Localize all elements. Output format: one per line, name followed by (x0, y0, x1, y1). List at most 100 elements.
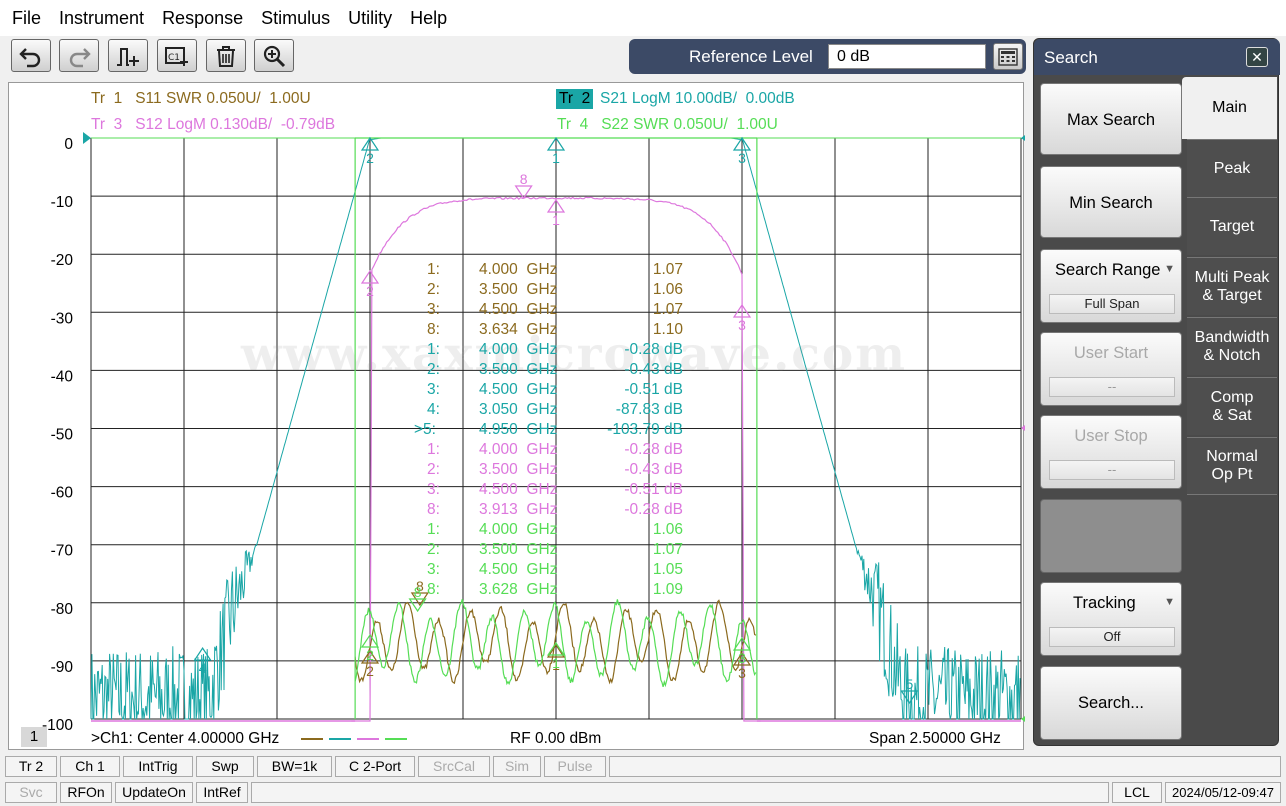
marker-row-value[interactable]: 1.10 (653, 321, 683, 339)
marker-row-value[interactable]: -0.28 dB (624, 501, 683, 519)
marker-row-frequency[interactable]: 3.500 GHz (479, 461, 557, 479)
max-search-button[interactable]: Max Search (1040, 83, 1182, 155)
reference-level-input[interactable]: 0 dB (828, 44, 986, 69)
redo-button[interactable] (59, 39, 99, 72)
menu-help[interactable]: Help (401, 0, 456, 36)
marker-row-value[interactable]: -103.79 dB (607, 421, 683, 439)
span-frequency[interactable]: Span 2.50000 GHz (869, 730, 1001, 748)
rf-power[interactable]: RF 0.00 dBm (510, 730, 601, 748)
marker-row-frequency[interactable]: 4.500 GHz (479, 381, 557, 399)
marker-row-value[interactable]: -0.43 dB (624, 461, 683, 479)
chart-area[interactable]: 21345213821382138 0 -10 -20 -30 -40 -50 -60 -70… (8, 82, 1025, 750)
marker-row-frequency[interactable]: 3.634 GHz (479, 321, 557, 339)
marker-row-value[interactable]: -0.51 dB (624, 481, 683, 499)
zoom-button[interactable] (254, 39, 294, 72)
marker-row-id[interactable]: 1: (427, 441, 440, 459)
search-dialog-button[interactable]: Search... (1040, 666, 1182, 740)
marker-row-value[interactable]: -87.83 dB (616, 401, 683, 419)
search-range-button[interactable]: Search Range ▼ Full Span (1040, 249, 1182, 323)
marker-row-id[interactable]: 4: (427, 401, 440, 419)
marker-row-frequency[interactable]: 4.950 GHz (479, 421, 557, 439)
menu-response[interactable]: Response (153, 0, 252, 36)
marker-row-frequency[interactable]: 4.000 GHz (479, 521, 557, 539)
marker-row-value[interactable]: 1.07 (653, 261, 683, 279)
status-update-on[interactable]: UpdateOn (115, 782, 193, 803)
marker-row-frequency[interactable]: 4.500 GHz (479, 481, 557, 499)
marker-row-value[interactable]: 1.07 (653, 541, 683, 559)
tab-bandwidth-notch[interactable]: Bandwidth & Notch (1187, 317, 1277, 375)
status-trigger[interactable]: IntTrig (123, 756, 193, 777)
user-stop-button[interactable]: User Stop -- (1040, 415, 1182, 489)
marker-row-value[interactable]: 1.06 (653, 521, 683, 539)
marker-row-id[interactable]: 2: (427, 541, 440, 559)
marker-row-id[interactable]: >5: (414, 421, 436, 439)
status-trace[interactable]: Tr 2 (5, 756, 57, 777)
status-int-ref[interactable]: IntRef (196, 782, 248, 803)
tab-multi-peak-target[interactable]: Multi Peak & Target (1187, 257, 1277, 315)
marker-row-value[interactable]: 1.07 (653, 301, 683, 319)
delete-button[interactable] (206, 39, 246, 72)
marker-row-frequency[interactable]: 4.000 GHz (479, 261, 557, 279)
menu-utility[interactable]: Utility (339, 0, 401, 36)
marker-row-frequency[interactable]: 3.500 GHz (479, 281, 557, 299)
trace3-label[interactable]: Tr 3 S12 LogM 0.130dB/ -0.79dB (91, 116, 335, 134)
marker-row-id[interactable]: 2: (427, 361, 440, 379)
channel-number[interactable]: 1 (21, 727, 47, 747)
marker-row-value[interactable]: -0.43 dB (624, 361, 683, 379)
marker-row-value[interactable]: 1.05 (653, 561, 683, 579)
menu-file[interactable]: File (0, 0, 50, 36)
trace2-tag[interactable]: Tr 2 (556, 89, 594, 109)
status-sim[interactable]: Sim (493, 756, 541, 777)
status-calibration[interactable]: C 2-Port (335, 756, 415, 777)
marker-row-frequency[interactable]: 3.050 GHz (479, 401, 557, 419)
status-pulse[interactable]: Pulse (544, 756, 606, 777)
min-search-button[interactable]: Min Search (1040, 166, 1182, 238)
undo-button[interactable] (11, 39, 51, 72)
marker-row-value[interactable]: 1.06 (653, 281, 683, 299)
add-channel-button[interactable]: C1 (157, 39, 197, 72)
close-button[interactable]: ✕ (1246, 47, 1268, 67)
center-frequency[interactable]: >Ch1: Center 4.00000 GHz (91, 730, 279, 748)
status-rf-on[interactable]: RFOn (60, 782, 112, 803)
marker-row-frequency[interactable]: 4.500 GHz (479, 301, 557, 319)
marker-row-value[interactable]: -0.28 dB (624, 441, 683, 459)
marker-row-frequency[interactable]: 4.500 GHz (479, 561, 557, 579)
tab-peak[interactable]: Peak (1187, 139, 1277, 197)
tab-comp-sat[interactable]: Comp & Sat (1187, 377, 1277, 435)
tracking-button[interactable]: Tracking ▼ Off (1040, 582, 1182, 656)
marker-row-frequency[interactable]: 4.000 GHz (479, 441, 557, 459)
marker-row-id[interactable]: 3: (427, 381, 440, 399)
tab-normal-op-pt[interactable]: Normal Op Pt (1187, 437, 1277, 495)
user-start-button[interactable]: User Start -- (1040, 332, 1182, 406)
trace1-label[interactable]: Tr 1 S11 SWR 0.050U/ 1.00U (91, 90, 311, 108)
status-channel[interactable]: Ch 1 (60, 756, 120, 777)
marker-row-id[interactable]: 1: (427, 261, 440, 279)
status-lcl[interactable]: LCL (1112, 782, 1162, 803)
status-sweep[interactable]: Swp (196, 756, 254, 777)
trace4-label[interactable]: Tr 4 S22 SWR 0.050U/ 1.00U (557, 116, 778, 134)
marker-row-value[interactable]: -0.51 dB (624, 381, 683, 399)
marker-row-value[interactable]: -0.28 dB (624, 341, 683, 359)
marker-row-id[interactable]: 8: (427, 581, 440, 599)
marker-row-id[interactable]: 8: (427, 321, 440, 339)
trace2-label[interactable]: S21 LogM 10.00dB/ 0.00dB (600, 90, 795, 108)
marker-row-id[interactable]: 3: (427, 481, 440, 499)
marker-row-id[interactable]: 8: (427, 501, 440, 519)
marker-row-frequency[interactable]: 3.628 GHz (479, 581, 557, 599)
marker-row-frequency[interactable]: 4.000 GHz (479, 341, 557, 359)
marker-row-id[interactable]: 3: (427, 561, 440, 579)
marker-row-id[interactable]: 3: (427, 301, 440, 319)
marker-row-id[interactable]: 1: (427, 341, 440, 359)
menu-instrument[interactable]: Instrument (50, 0, 153, 36)
marker-row-value[interactable]: 1.09 (653, 581, 683, 599)
tab-target[interactable]: Target (1187, 197, 1277, 255)
status-bandwidth[interactable]: BW=1k (257, 756, 332, 777)
status-srccal[interactable]: SrcCal (418, 756, 490, 777)
tab-main[interactable]: Main (1182, 77, 1277, 139)
marker-row-frequency[interactable]: 3.913 GHz (479, 501, 557, 519)
keypad-button[interactable] (993, 43, 1023, 70)
marker-row-id[interactable]: 2: (427, 461, 440, 479)
marker-row-id[interactable]: 1: (427, 521, 440, 539)
marker-row-frequency[interactable]: 3.500 GHz (479, 541, 557, 559)
menu-stimulus[interactable]: Stimulus (252, 0, 339, 36)
